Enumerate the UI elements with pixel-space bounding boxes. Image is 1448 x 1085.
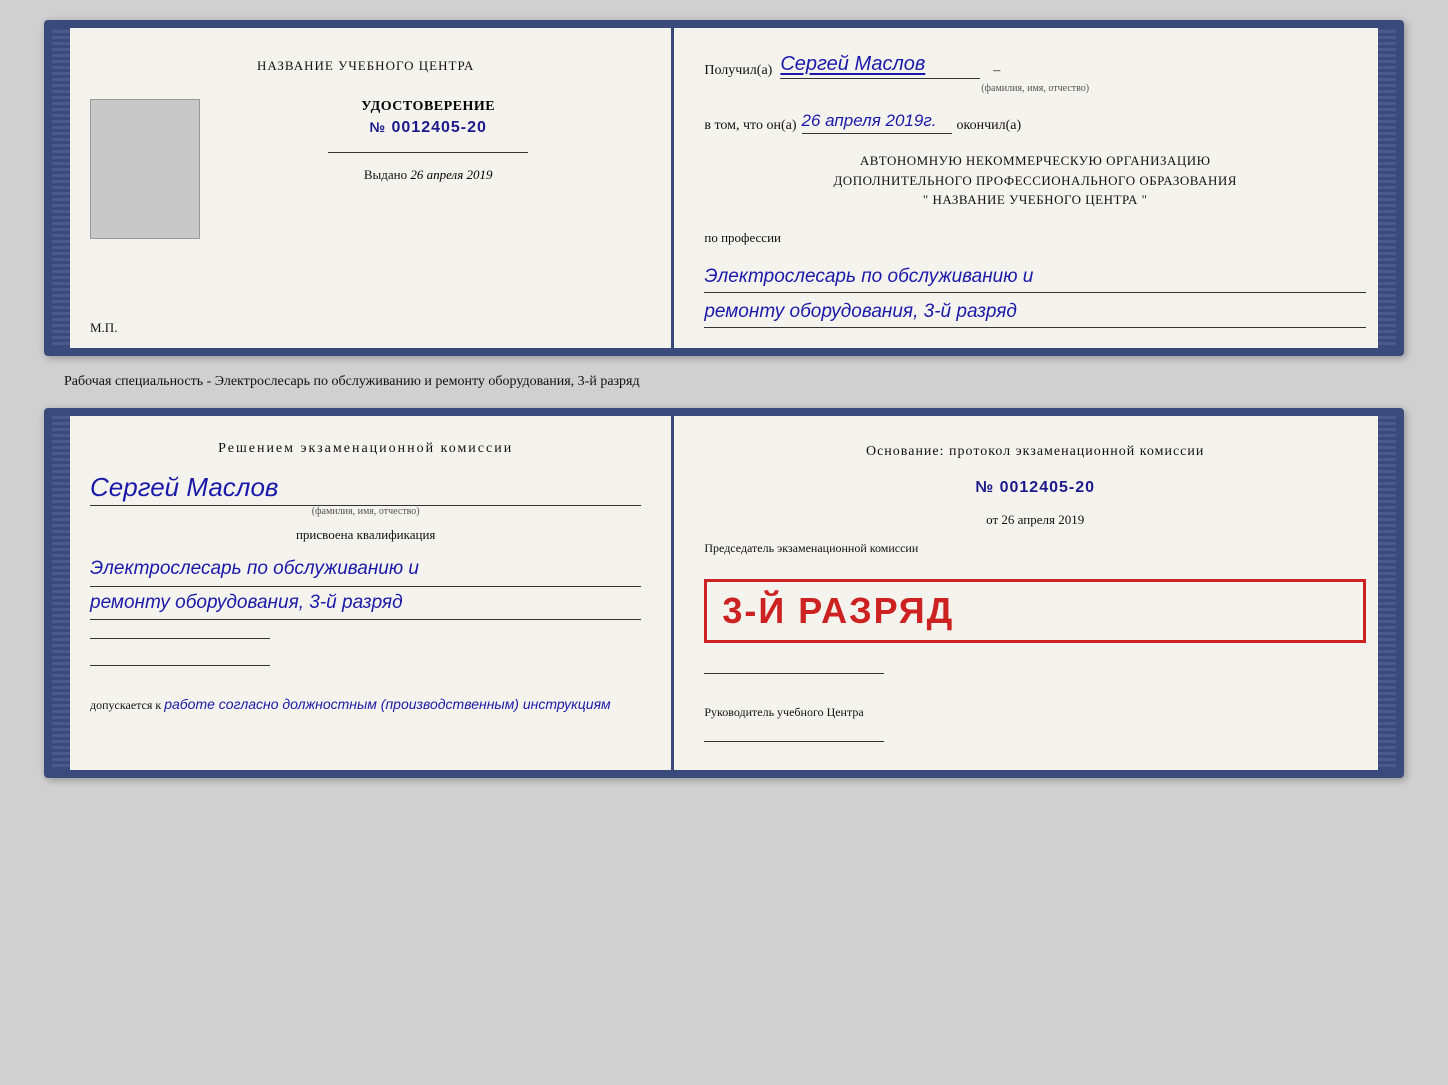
udo-number-value: 0012405-20 — [392, 119, 487, 136]
signature-line-1 — [328, 152, 528, 153]
dopuskaetsya-section: допускается к работе согласно должностны… — [90, 694, 641, 715]
udo-number: № 0012405-20 — [369, 119, 486, 137]
poluchil-row: Получил(а) Сергей Маслов – (фамилия, имя… — [704, 53, 1366, 94]
dopuskaetsya-label: допускается к — [90, 698, 161, 712]
po-professii-label: по профессии — [704, 230, 1366, 246]
qualification-line-1: Электрослесарь по обслуживанию и — [90, 553, 641, 586]
doc-right-panel: Получил(а) Сергей Маслов – (фамилия, имя… — [674, 28, 1396, 348]
doc2-spine-left — [52, 416, 70, 770]
org-line-2: ДОПОЛНИТЕЛЬНОГО ПРОФЕССИОНАЛЬНОГО ОБРАЗО… — [704, 171, 1366, 191]
training-center-title: НАЗВАНИЕ УЧЕБНОГО ЦЕНТРА — [257, 58, 474, 74]
vydano-line: Выдано 26 апреля 2019 — [364, 167, 493, 183]
udo-label: УДОСТОВЕРЕНИЕ — [361, 99, 495, 115]
stamp-text: 3-й разряд — [722, 590, 1348, 632]
ot-date-row: от 26 апреля 2019 — [704, 512, 1366, 528]
fio-hint-2: (фамилия, имя, отчество) — [90, 506, 641, 517]
fio-hint-1: (фамилия, имя, отчество) — [704, 83, 1366, 94]
poluchil-label: Получил(а) — [704, 63, 772, 79]
description-text: Рабочая специальность - Электрослесарь п… — [44, 374, 1404, 390]
profession-line-2: ремонту оборудования, 3-й разряд — [704, 297, 1366, 328]
predsedatel-label: Председатель экзаменационной комиссии — [704, 540, 1366, 557]
recipient-name: Сергей Маслов — [780, 53, 980, 79]
profession-line-1: Электрослесарь по обслуживанию и — [704, 262, 1366, 293]
protocol-prefix: № — [975, 479, 994, 496]
doc-spine-left — [52, 28, 70, 348]
sig-line-3 — [90, 665, 270, 666]
prisvoena-label: присвоена квалификация — [90, 527, 641, 543]
rukovoditel-label: Руководитель учебного Центра — [704, 704, 1366, 721]
org-text: АВТОНОМНУЮ НЕКОММЕРЧЕСКУЮ ОРГАНИЗАЦИЮ ДО… — [704, 151, 1366, 210]
resheniem-title: Решением экзаменационной комиссии — [90, 441, 641, 457]
doc2-right-panel: Основание: протокол экзаменационной коми… — [674, 416, 1396, 770]
org-line-3: " НАЗВАНИЕ УЧЕБНОГО ЦЕНТРА " — [704, 190, 1366, 210]
dash: – — [993, 63, 1000, 79]
udostoverenie-section: УДОСТОВЕРЕНИЕ № 0012405-20 Выдано 26 апр… — [90, 89, 641, 249]
qualification-block: Электрослесарь по обслуживанию и ремонту… — [90, 553, 641, 620]
vydano-label: Выдано — [364, 167, 407, 182]
doc-left-panel: НАЗВАНИЕ УЧЕБНОГО ЦЕНТРА УДОСТОВЕРЕНИЕ №… — [70, 28, 674, 348]
doc2-left-panel: Решением экзаменационной комиссии Сергей… — [70, 416, 674, 770]
ot-date-value: 26 апреля 2019 — [1001, 512, 1084, 527]
osnovanie-label: Основание: протокол экзаменационной коми… — [704, 441, 1366, 462]
recipient-name-2: Сергей Маслов — [90, 472, 641, 506]
vtom-date: 26 апреля 2019г. — [802, 111, 952, 134]
vtom-row: в том, что он(а) 26 апреля 2019г. окончи… — [704, 111, 1366, 134]
sig-line-rukovoditel — [704, 741, 884, 742]
org-line-1: АВТОНОМНУЮ НЕКОММЕРЧЕСКУЮ ОРГАНИЗАЦИЮ — [704, 151, 1366, 171]
udostoverenie-text-block: УДОСТОВЕРЕНИЕ № 0012405-20 Выдано 26 апр… — [215, 99, 641, 183]
mp-label: М.П. — [90, 320, 117, 336]
qualification-line-2: ремонту оборудования, 3-й разряд — [90, 587, 641, 620]
document-card-1: НАЗВАНИЕ УЧЕБНОГО ЦЕНТРА УДОСТОВЕРЕНИЕ №… — [44, 20, 1404, 356]
ot-label: от — [986, 512, 998, 527]
photo-placeholder — [90, 99, 200, 239]
sig-line-2 — [90, 638, 270, 639]
dopusk-text: работе согласно должностным (производств… — [164, 696, 610, 712]
doc-right-spine — [1378, 28, 1396, 348]
profession-block: Электрослесарь по обслуживанию и ремонту… — [704, 258, 1366, 329]
protocol-number: № 0012405-20 — [704, 479, 1366, 497]
doc2-right-spine — [1378, 416, 1396, 770]
stamp-box: 3-й разряд — [704, 579, 1366, 643]
sig-line-predsedatel — [704, 673, 884, 674]
number-prefix: № — [369, 119, 386, 135]
vydano-date: 26 апреля 2019 — [410, 167, 492, 182]
document-card-2: Решением экзаменационной комиссии Сергей… — [44, 408, 1404, 778]
name-section-2: Сергей Маслов (фамилия, имя, отчество) — [90, 467, 641, 517]
okonchil-label: окончил(а) — [957, 118, 1022, 134]
vtom-label: в том, что он(а) — [704, 118, 796, 134]
protocol-num-value: 0012405-20 — [1000, 479, 1095, 496]
